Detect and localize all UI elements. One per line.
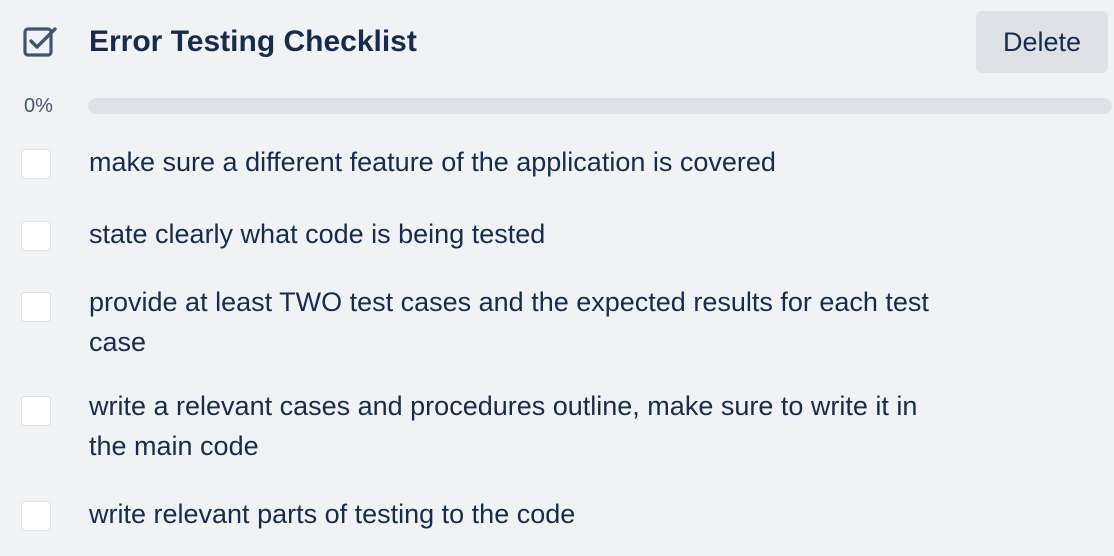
checklist-panel: Error Testing Checklist Delete 0% make s…: [0, 0, 1114, 556]
progress-row: 0%: [0, 90, 1114, 122]
item-text[interactable]: state clearly what code is being tested: [89, 214, 959, 254]
item-checkbox[interactable]: [21, 292, 51, 322]
item-text[interactable]: make sure a different feature of the app…: [89, 142, 959, 182]
checklist-title: Error Testing Checklist: [89, 25, 417, 58]
item-checkbox[interactable]: [21, 149, 51, 179]
progress-bar: [88, 98, 1112, 114]
checklist-header: Error Testing Checklist Delete: [0, 0, 1114, 86]
item-checkbox[interactable]: [21, 221, 51, 251]
item-text[interactable]: write a relevant cases and procedures ou…: [89, 386, 959, 466]
item-checkbox[interactable]: [21, 501, 51, 531]
item-text[interactable]: write relevant parts of testing to the c…: [89, 494, 959, 534]
delete-button[interactable]: Delete: [976, 11, 1108, 73]
item-text[interactable]: provide at least TWO test cases and the …: [89, 282, 959, 362]
item-checkbox[interactable]: [21, 396, 51, 426]
checkbox-checked-icon: [23, 27, 57, 57]
progress-percentage: 0%: [24, 95, 53, 117]
